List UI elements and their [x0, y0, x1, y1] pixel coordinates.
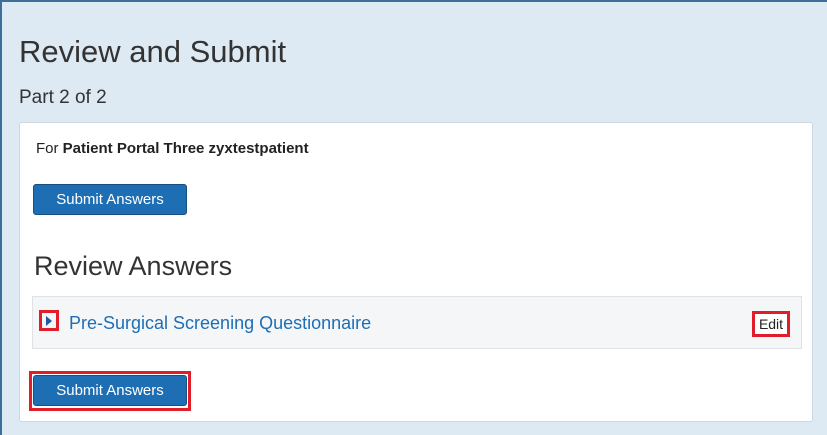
page-frame: Review and Submit Part 2 of 2 For Patien… — [0, 0, 827, 435]
expand-toggle[interactable] — [39, 310, 59, 331]
edit-button[interactable]: Edit — [752, 311, 790, 337]
page-title: Review and Submit — [19, 34, 287, 69]
questionnaire-accordion: Pre-Surgical Screening Questionnaire Edi… — [32, 296, 802, 349]
caret-right-icon — [46, 315, 52, 326]
review-card: For Patient Portal Three zyxtestpatient … — [19, 122, 813, 422]
patient-name: Patient Portal Three zyxtestpatient — [62, 140, 309, 157]
patient-line: For Patient Portal Three zyxtestpatient — [36, 140, 309, 157]
submit-answers-bottom-button[interactable]: Submit Answers — [33, 375, 187, 406]
submit-answers-top-button[interactable]: Submit Answers — [33, 184, 187, 215]
review-answers-heading: Review Answers — [34, 251, 233, 281]
for-prefix: For — [36, 140, 59, 157]
questionnaire-link[interactable]: Pre-Surgical Screening Questionnaire — [69, 313, 371, 334]
page-subtitle: Part 2 of 2 — [19, 87, 107, 108]
